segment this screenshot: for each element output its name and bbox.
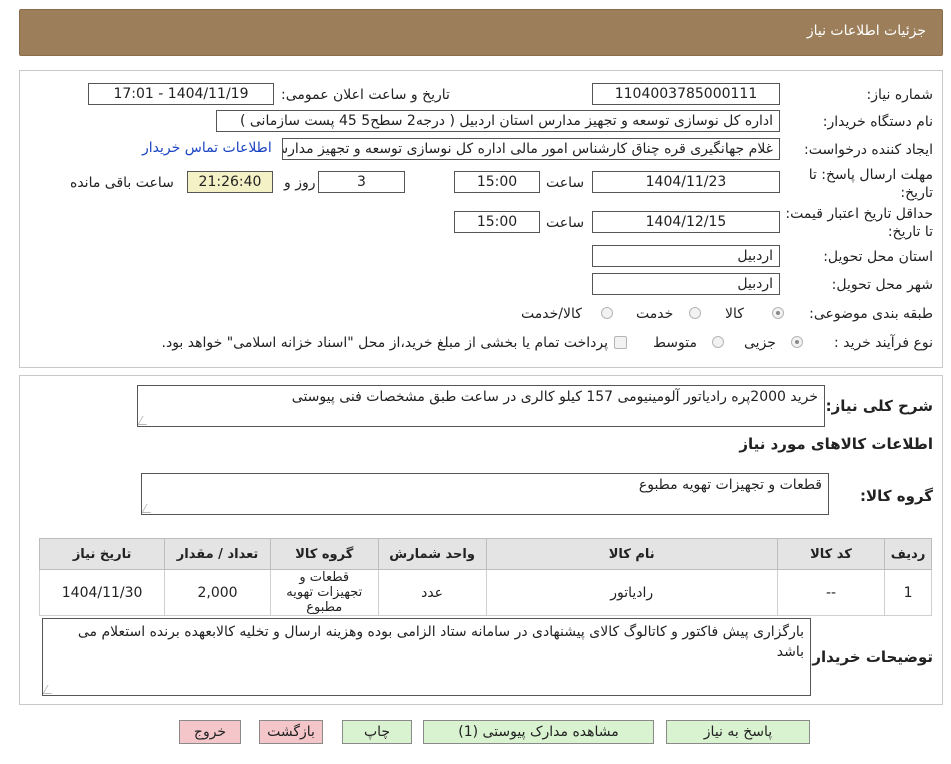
category-label: طبقه بندی موضوعی:	[809, 306, 933, 322]
table-row: 1 -- رادیاتور عدد قطعات و تجهیزات تهویه …	[38, 569, 932, 616]
buyer-field: اداره کل نوسازی توسعه و تجهیز مدارس استا…	[216, 110, 780, 132]
days-remaining-field: 3	[318, 171, 405, 193]
exit-button[interactable]: خروج	[179, 720, 241, 744]
city-field: اردبیل	[592, 273, 780, 295]
col-header-group: گروه کالا	[269, 538, 379, 570]
cell-item-name: رادیاتور	[485, 569, 778, 616]
process-radio-minor[interactable]	[791, 336, 803, 348]
treasury-payment-checkbox[interactable]	[614, 336, 627, 349]
cell-group: قطعات و تجهیزات تهویه مطبوع	[269, 569, 379, 616]
remaining-time-field: 21:26:40	[187, 171, 273, 193]
city-label: شهر محل تحویل:	[831, 277, 933, 293]
validity-time-label: ساعت	[546, 215, 585, 231]
validity-date-field: 1404/12/15	[592, 211, 780, 233]
cell-row-number: 1	[884, 569, 932, 616]
resize-grip-icon	[43, 685, 57, 694]
process-label: نوع فرآیند خرید :	[834, 335, 933, 351]
province-field: اردبیل	[592, 245, 780, 267]
deadline-time-label: ساعت	[546, 175, 585, 191]
deadline-date-field: 1404/11/23	[592, 171, 780, 193]
validity-label: حداقل تاریخ اعتبار قیمت: تا تاریخ:	[785, 206, 933, 240]
goods-section-title: اطلاعات کالاهای مورد نیاز	[739, 435, 933, 453]
col-header-item-code: کد کالا	[776, 538, 886, 570]
process-option-medium: متوسط	[653, 335, 697, 351]
deadline-time-field: 15:00	[454, 171, 540, 193]
goods-group-textarea: قطعات و تجهیزات تهویه مطبوع	[141, 473, 829, 515]
category-option-goods: کالا	[725, 306, 744, 322]
resize-grip-icon	[138, 416, 152, 425]
resize-grip-icon	[142, 504, 156, 513]
cell-quantity: 2,000	[164, 569, 271, 616]
col-header-row-number: ردیف	[884, 538, 932, 570]
buyer-notes-text: بارگزاری پیش فاکتور و کاتالوگ کالای پیشن…	[77, 624, 804, 660]
deadline-label: مهلت ارسال پاسخ: تا تاریخ:	[808, 167, 933, 201]
need-number-label: شماره نیاز:	[866, 87, 934, 103]
cell-need-date: 1404/11/30	[38, 569, 166, 616]
province-label: استان محل تحویل:	[823, 249, 933, 265]
view-attachments-button[interactable]: مشاهده مدارک پیوستی (1)	[423, 720, 654, 744]
col-header-need-date: تاریخ نیاز	[38, 538, 166, 570]
col-header-unit: واحد شمارش	[377, 538, 487, 570]
treasury-payment-note: پرداخت تمام یا بخشی از مبلغ خرید،از محل …	[161, 335, 608, 351]
category-radio-goods-service[interactable]	[601, 307, 613, 319]
need-number-field: 1104003785000111	[592, 83, 780, 105]
category-radio-service[interactable]	[689, 307, 701, 319]
print-button[interactable]: چاپ	[342, 720, 412, 744]
remaining-label: ساعت باقی مانده	[70, 175, 174, 191]
cell-item-code: --	[776, 569, 886, 616]
days-label: روز و	[284, 175, 316, 191]
back-button[interactable]: بازگشت	[259, 720, 323, 744]
buyer-label: نام دستگاه خریدار:	[822, 114, 933, 130]
buyer-notes-textarea: بارگزاری پیش فاکتور و کاتالوگ کالای پیشن…	[42, 618, 811, 696]
validity-time-field: 15:00	[454, 211, 540, 233]
summary-label: شرح کلی نیاز:	[825, 397, 933, 415]
category-option-service: خدمت	[636, 306, 674, 322]
summary-text: خرید 2000پره رادیاتور آلومینیومی 157 کیل…	[291, 389, 818, 405]
process-option-minor: جزیی	[744, 335, 776, 351]
category-radio-goods[interactable]	[772, 307, 784, 319]
col-header-quantity: تعداد / مقدار	[164, 538, 271, 570]
creator-label: ایجاد کننده درخواست:	[804, 142, 933, 158]
process-radio-medium[interactable]	[712, 336, 724, 348]
reply-button[interactable]: پاسخ به نیاز	[666, 720, 810, 744]
buyer-notes-label: توضیحات خریدار:	[806, 648, 933, 666]
buyer-contact-link[interactable]: اطلاعات تماس خریدار	[142, 140, 272, 156]
goods-group-label: گروه کالا:	[860, 487, 933, 505]
page-title: جزئیات اطلاعات نیاز	[806, 23, 926, 39]
page-header: جزئیات اطلاعات نیاز	[19, 9, 943, 56]
announce-field: 1404/11/19 - 17:01	[88, 83, 274, 105]
announce-label: تاریخ و ساعت اعلان عمومی:	[281, 87, 450, 103]
category-option-goods-service: کالا/خدمت	[521, 306, 582, 322]
summary-textarea: خرید 2000پره رادیاتور آلومینیومی 157 کیل…	[137, 385, 825, 427]
col-header-item-name: نام کالا	[485, 538, 778, 570]
creator-field: غلام جهانگیری قره چناق کارشناس امور مالی…	[282, 138, 780, 160]
goods-group-text: قطعات و تجهیزات تهویه مطبوع	[638, 477, 822, 493]
table-header-row: ردیف کد کالا نام کالا واحد شمارش گروه کا…	[38, 538, 932, 570]
cell-unit: عدد	[377, 569, 487, 616]
items-table: ردیف کد کالا نام کالا واحد شمارش گروه کا…	[38, 538, 932, 616]
